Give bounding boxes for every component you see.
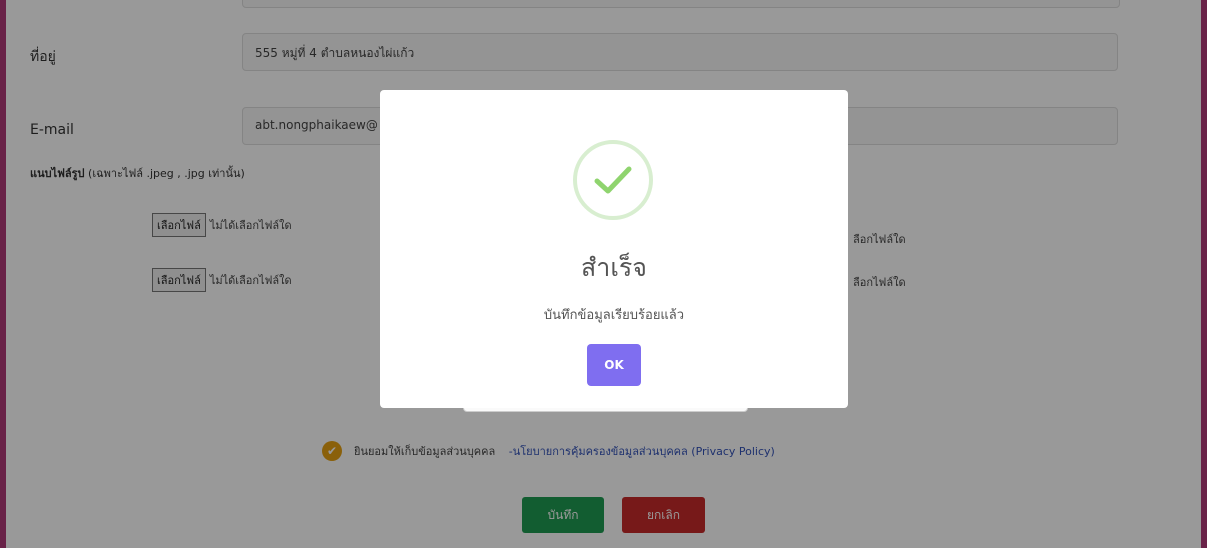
success-modal: สำเร็จ บันทึกข้อมูลเรียบร้อยแล้ว OK: [380, 90, 848, 408]
check-icon: [594, 166, 632, 194]
ok-button[interactable]: OK: [587, 344, 641, 386]
modal-title: สำเร็จ: [581, 253, 647, 282]
modal-message: บันทึกข้อมูลเรียบร้อยแล้ว: [543, 308, 685, 323]
success-check-icon: [573, 140, 653, 220]
